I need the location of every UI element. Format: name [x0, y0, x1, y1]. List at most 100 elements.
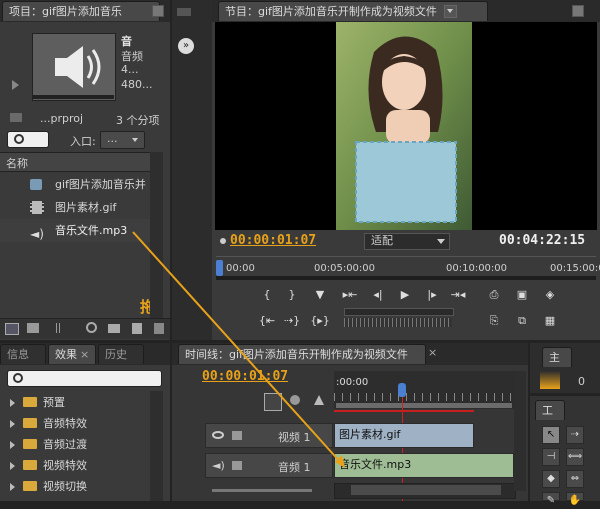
program-current-timecode[interactable]: 00:00:01:07: [230, 233, 316, 248]
tab-master[interactable]: 主: [542, 347, 572, 367]
program-video-frame[interactable]: [215, 22, 597, 230]
razor-tool-icon[interactable]: ◆: [542, 470, 560, 488]
effects-folder[interactable]: 预置: [10, 393, 150, 412]
entry-label: 入口:: [70, 135, 96, 148]
name-column-header[interactable]: 名称: [0, 152, 150, 172]
snap-icon[interactable]: [264, 393, 282, 411]
expand-icon[interactable]: »: [178, 38, 194, 54]
new-item-icon[interactable]: [132, 323, 142, 334]
project-item[interactable]: 图片素材.gif: [0, 196, 150, 219]
selection-tool-icon[interactable]: ↖: [542, 426, 560, 444]
tab-history[interactable]: 历史: [98, 344, 144, 364]
ruler-tick-label: 00:10:00:00: [446, 263, 508, 274]
clip-progress[interactable]: [32, 95, 114, 99]
multicam-icon[interactable]: ▦: [540, 312, 560, 330]
step-back-icon[interactable]: ◂|: [368, 286, 388, 304]
video-clip[interactable]: 图片素材.gif: [334, 423, 474, 448]
playhead-icon[interactable]: [216, 260, 223, 276]
lock-icon[interactable]: [232, 431, 242, 440]
audio-clip[interactable]: 音乐文件.mp3: [334, 453, 514, 478]
timeline-vscroll[interactable]: [514, 371, 526, 491]
icon-view-icon[interactable]: [27, 323, 39, 333]
program-zoom-bar[interactable]: [216, 276, 596, 280]
tab-history-label: 历史: [105, 348, 127, 361]
sequence-icon: [30, 179, 42, 190]
track-select-tool-icon[interactable]: ⇢: [566, 426, 584, 444]
tab-effects[interactable]: 效果 ×: [48, 344, 96, 364]
safe-margins-icon[interactable]: ▣: [512, 286, 532, 304]
program-panel-menu-icon[interactable]: [572, 5, 584, 17]
trim-monitor-icon[interactable]: ⧉: [512, 312, 532, 330]
automate-icon[interactable]: [56, 323, 72, 333]
entry-select[interactable]: ...: [100, 131, 145, 149]
lift-icon[interactable]: ⎙: [484, 286, 504, 304]
timeline-ruler[interactable]: :00:00: [334, 371, 514, 409]
tab-info[interactable]: 信息: [0, 344, 46, 364]
scroll-thumb[interactable]: [351, 485, 501, 495]
new-bin-icon[interactable]: [108, 324, 120, 333]
work-area-bar[interactable]: [336, 403, 512, 408]
effects-folder[interactable]: 视频特效: [10, 456, 150, 475]
lock-icon[interactable]: [232, 461, 242, 470]
export-frame-icon[interactable]: ◈: [540, 286, 560, 304]
eye-icon[interactable]: [212, 431, 224, 439]
playhead-icon[interactable]: [398, 383, 406, 397]
play-in-to-out-icon[interactable]: {⇤: [257, 312, 277, 330]
effects-tabbar: 信息 效果 × 历史: [0, 343, 170, 365]
tab-tools-label: 工: [542, 404, 553, 417]
tab-timeline[interactable]: 时间线：gif图片添加音乐开制作成为视频文件: [178, 344, 426, 364]
shuttle-slider[interactable]: [344, 308, 454, 316]
project-panel-menu-icon[interactable]: [152, 5, 164, 17]
search-icon: [13, 373, 23, 383]
loop-icon[interactable]: ⇢}: [282, 312, 302, 330]
set-marker-icon[interactable]: [290, 395, 300, 405]
timeline-timecode[interactable]: 00:00:01:07: [202, 369, 288, 384]
audio-track-header[interactable]: ◄) 音频 1: [205, 453, 333, 478]
search-icon[interactable]: [86, 322, 97, 333]
effects-folder[interactable]: 音频特效: [10, 414, 150, 433]
slip-tool-icon[interactable]: ⇔: [566, 470, 584, 488]
play-preview-icon[interactable]: [12, 80, 19, 90]
video-track-header[interactable]: 视频 1: [205, 423, 333, 448]
ripple-edit-tool-icon[interactable]: ⊣: [542, 448, 560, 466]
effects-folder[interactable]: 音频过渡: [10, 435, 150, 454]
jog-wheel[interactable]: [344, 318, 452, 327]
add-marker-icon[interactable]: [314, 395, 324, 405]
timeline-ruler-start: :00:00: [336, 377, 369, 388]
mark-in-icon[interactable]: {: [257, 286, 277, 304]
fit-select[interactable]: 适配: [364, 233, 450, 250]
expand-icon: [10, 420, 15, 428]
trim-icon[interactable]: {▸}: [310, 312, 330, 330]
extract-icon[interactable]: ⎘: [484, 312, 504, 330]
pen-tool-icon[interactable]: ✎: [542, 492, 560, 506]
project-item-selected[interactable]: ◄) 音乐文件.mp3: [0, 219, 150, 242]
scroll-up-icon[interactable]: [177, 8, 191, 16]
timeline-zoom-slider[interactable]: [212, 489, 312, 492]
effects-scrollbar[interactable]: [150, 391, 163, 501]
project-scrollbar[interactable]: [150, 152, 163, 320]
play-icon[interactable]: ▶: [395, 286, 415, 304]
effects-folder[interactable]: 视频切换: [10, 477, 150, 491]
speaker-icon[interactable]: ◄): [212, 459, 225, 472]
timeline-scrollbar[interactable]: [334, 483, 516, 499]
project-item[interactable]: gif图片添加音乐并: [0, 173, 150, 196]
current-time-indicator-icon: [220, 238, 226, 244]
tab-program[interactable]: 节目：gif图片添加音乐开制作成为视频文件: [218, 1, 488, 21]
go-to-in-icon[interactable]: ▸⇤: [340, 286, 360, 304]
marker-icon[interactable]: ▼: [310, 286, 330, 304]
close-icon[interactable]: ×: [428, 346, 437, 359]
chevron-down-icon[interactable]: [444, 4, 458, 18]
chevron-down-icon: [437, 239, 445, 244]
project-search-input[interactable]: [7, 131, 49, 148]
hand-tool-icon[interactable]: ✋: [566, 492, 584, 506]
delete-icon[interactable]: [154, 323, 164, 334]
tab-project[interactable]: 项目：gif图片添加音乐: [2, 1, 160, 21]
close-icon[interactable]: ×: [80, 348, 89, 361]
mark-out-icon[interactable]: }: [282, 286, 302, 304]
list-view-icon[interactable]: [5, 323, 19, 335]
step-forward-icon[interactable]: |▸: [422, 286, 442, 304]
effects-search-input[interactable]: [7, 370, 162, 387]
go-to-out-icon[interactable]: ⇥◂: [448, 286, 468, 304]
rolling-edit-tool-icon[interactable]: ⟺: [566, 448, 584, 466]
tab-tools[interactable]: 工: [535, 400, 565, 420]
